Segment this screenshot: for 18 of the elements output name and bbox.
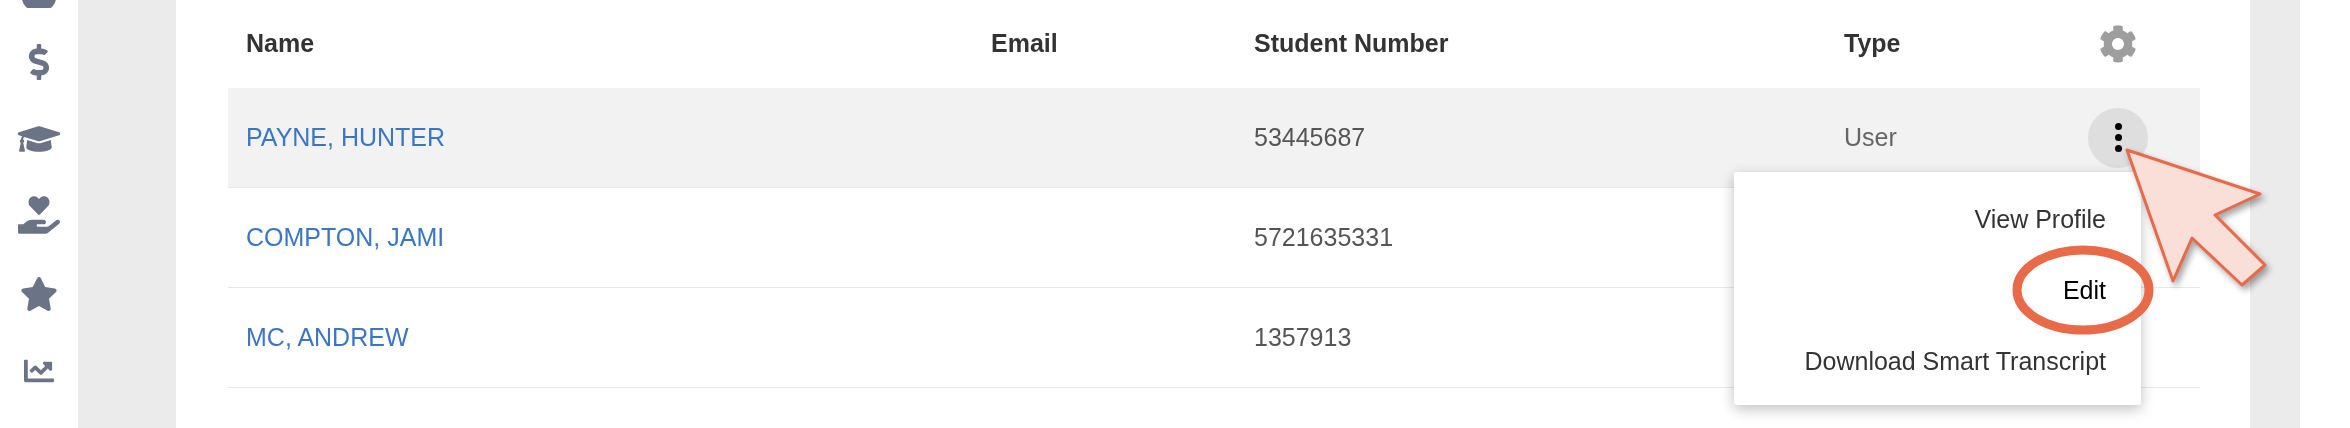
menu-item[interactable]: View Profile (1974, 200, 2106, 239)
table-row[interactable]: PAYNE, HUNTER 53445687 User (228, 88, 2200, 188)
settings-icon[interactable] (2099, 25, 2137, 63)
column-header: Student Number (1254, 28, 1449, 60)
column-header: Type (1844, 28, 1901, 60)
star-icon[interactable] (20, 276, 58, 312)
hand-heart-icon[interactable] (18, 196, 60, 234)
table-cell-text: User (1844, 121, 1897, 153)
name-link[interactable]: MC, ANDREW (246, 318, 409, 357)
name-link[interactable]: PAYNE, HUNTER (246, 118, 446, 157)
column-header: Email (991, 28, 1058, 60)
table-cell-text: 1357913 (1254, 321, 1352, 353)
dollar-icon[interactable] (26, 44, 52, 80)
table-cell-text: 5721635331 (1254, 221, 1394, 253)
name-link[interactable]: COMPTON, JAMI (246, 218, 445, 257)
column-header: Name (246, 28, 315, 60)
table-cell-text: 53445687 (1254, 121, 1366, 153)
menu-item[interactable]: Download Smart Transcript (1804, 342, 2106, 381)
